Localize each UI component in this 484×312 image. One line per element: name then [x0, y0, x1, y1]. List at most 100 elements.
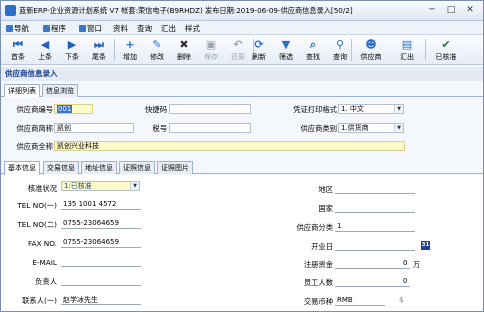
- supplier-full-name-field[interactable]: 凯创兴业科技: [54, 141, 405, 151]
- menu-data[interactable]: 资料: [113, 23, 128, 34]
- tax-number-label: 税号: [152, 124, 167, 133]
- query-icon: ⚲: [335, 38, 345, 51]
- fax-value[interactable]: 0755-23064659: [63, 238, 119, 246]
- registered-capital-value[interactable]: 0: [403, 259, 407, 267]
- save-icon: ▣: [205, 38, 217, 51]
- staff-count-underline: [335, 286, 410, 287]
- close-icon[interactable]: ✕: [463, 4, 477, 16]
- refresh-label: 刷新: [252, 53, 266, 61]
- tab-address-info[interactable]: 地址信息: [81, 161, 117, 174]
- menu-export[interactable]: 汇出: [161, 23, 176, 34]
- print-format-label: 凭证打印格式: [293, 105, 337, 114]
- previous-record-button[interactable]: ◀ 上条: [32, 37, 58, 63]
- tab-trade-info[interactable]: 交易信息: [43, 161, 79, 174]
- contact1-label: 联系人(一): [22, 296, 57, 305]
- currency-value[interactable]: RMB: [337, 296, 353, 304]
- fax-underline: [61, 247, 141, 248]
- find-icon: ⌕: [309, 38, 317, 51]
- delete-button[interactable]: ✖ 删除: [171, 37, 197, 63]
- first-record-label: 首条: [11, 53, 25, 61]
- filter-label: 筛选: [279, 53, 293, 61]
- tel1-value[interactable]: 135 1001 4572: [63, 200, 116, 208]
- quick-code-field[interactable]: [169, 104, 251, 114]
- window-title: 蓝新ERP-企业资源计划系统 V7 帐套:荣信电子(B9RHDZ) 发布日期:2…: [19, 6, 353, 15]
- save-label: 保存: [204, 53, 218, 61]
- query-button[interactable]: ⚲ 查询: [327, 37, 353, 63]
- first-record-button[interactable]: ⏮ 首条: [5, 37, 31, 63]
- menu-navigation-label: 导航: [14, 24, 29, 33]
- toolbar-separator: [425, 39, 426, 61]
- supplier-code-field[interactable]: 001: [54, 104, 93, 114]
- minimize-icon[interactable]: ─: [425, 4, 439, 16]
- currency-underline: [335, 305, 385, 306]
- registered-capital-label: 注册资金: [303, 260, 333, 269]
- menu-window[interactable]: 窗口: [79, 23, 102, 34]
- staff-count-value[interactable]: 0: [403, 277, 407, 285]
- tel2-value[interactable]: 0755-23064659: [63, 219, 119, 227]
- last-record-button[interactable]: ⏭ 尾条: [86, 37, 112, 63]
- print-format-select[interactable]: 1. 中文 ▼: [338, 104, 404, 114]
- tab-detail-list[interactable]: 详细列表: [4, 84, 40, 98]
- window-icon: [79, 25, 86, 32]
- supplier-class-underline: [335, 231, 415, 232]
- currency-lookup-icon[interactable]: $: [399, 296, 403, 304]
- refresh-button[interactable]: ⟳ 刷新: [246, 37, 272, 63]
- delete-icon: ✖: [179, 38, 189, 51]
- supplier-code-label: 供应商编号: [16, 105, 53, 114]
- save-button[interactable]: ▣ 保存: [198, 37, 224, 63]
- menu-navigation[interactable]: 导航: [6, 23, 29, 34]
- fax-label: FAX NO.: [27, 239, 57, 248]
- tab-info-browse[interactable]: 信息浏览: [42, 84, 78, 97]
- tel2-label: TEL NO(二): [17, 220, 57, 229]
- tab-license-images[interactable]: 证照图片: [157, 161, 193, 174]
- filter-icon: ▼: [281, 38, 291, 51]
- chevron-down-icon[interactable]: ▼: [394, 105, 403, 113]
- supplier-type-value: 1.供货商: [341, 124, 369, 132]
- menu-query[interactable]: 查询: [137, 23, 152, 34]
- quick-code-label: 快捷码: [145, 105, 167, 114]
- tel1-underline: [61, 209, 141, 210]
- export-icon: ▤: [401, 38, 413, 51]
- tab-basic-info[interactable]: 基本信息: [4, 161, 40, 175]
- approval-status-select[interactable]: 1:已核准 ▼: [61, 181, 140, 191]
- menu-bar: 导航 程序 窗口 资料 查询 汇出 样式: [1, 21, 483, 35]
- supplier-class-label: 供应商分类: [296, 223, 333, 232]
- edit-icon: ✎: [152, 38, 162, 51]
- find-button[interactable]: ⌕ 查找: [300, 37, 326, 63]
- chevron-down-icon[interactable]: ▼: [394, 124, 403, 132]
- email-underline: [61, 266, 141, 267]
- calendar-icon[interactable]: 31: [421, 241, 430, 250]
- filter-button[interactable]: ▼ 筛选: [273, 37, 299, 63]
- add-button[interactable]: + 增加: [117, 37, 143, 63]
- menu-style[interactable]: 样式: [185, 23, 200, 34]
- staff-count-label: 员工人数: [303, 278, 333, 287]
- toolbar-separator: [351, 39, 352, 61]
- supplier-type-select[interactable]: 1.供货商 ▼: [338, 123, 404, 133]
- header-form: 供应商编号 001 快捷码 凭证打印格式 1. 中文 ▼ 供应商简称 凯创 税号 …: [1, 97, 483, 157]
- manager-underline: [61, 285, 141, 286]
- delete-label: 删除: [177, 53, 191, 61]
- tax-number-field[interactable]: [169, 123, 251, 133]
- supplier-short-name-field[interactable]: 凯创: [54, 123, 134, 133]
- approval-status-label: 核准状况: [27, 184, 57, 193]
- edit-button[interactable]: ✎ 修改: [144, 37, 170, 63]
- next-record-label: 下条: [65, 53, 79, 61]
- export-button[interactable]: ▤ 汇出: [394, 37, 420, 63]
- supplier-class-value[interactable]: 1: [337, 222, 341, 230]
- export-label: 汇出: [400, 53, 414, 61]
- first-record-icon: ⏮: [13, 38, 23, 51]
- previous-record-icon: ◀: [40, 38, 50, 51]
- supplier-icon: ☻: [365, 38, 377, 51]
- approval-status-value: 1:已核准: [64, 182, 92, 190]
- supplier-button[interactable]: ☻ 供应商: [356, 37, 386, 63]
- menu-program-label: 程序: [51, 24, 66, 33]
- supplier-type-label: 供应商类别: [300, 124, 337, 133]
- maximize-icon[interactable]: □: [444, 4, 458, 16]
- menu-program[interactable]: 程序: [43, 23, 66, 34]
- chevron-down-icon[interactable]: ▼: [130, 182, 139, 190]
- find-label: 查找: [306, 53, 320, 61]
- approved-button[interactable]: ✔ 已核准: [431, 37, 461, 63]
- tab-license-info[interactable]: 证照信息: [119, 161, 155, 174]
- tel1-label: TEL NO(一): [17, 201, 57, 210]
- next-record-button[interactable]: ▶ 下条: [59, 37, 85, 63]
